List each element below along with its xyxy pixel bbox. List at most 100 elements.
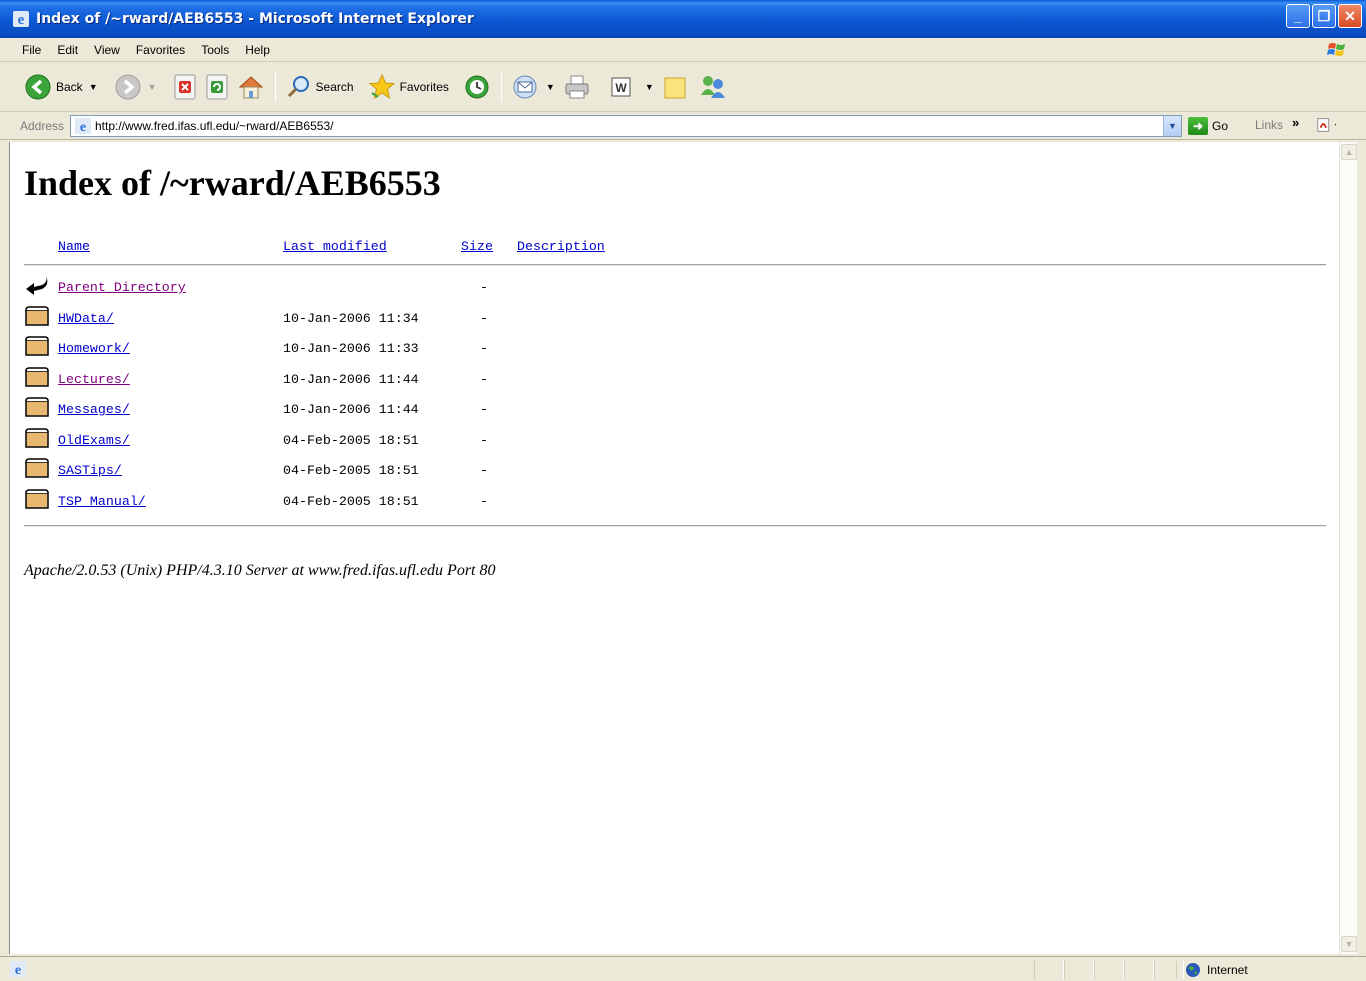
entry-name-link[interactable]: OldExams/ — [58, 433, 130, 448]
status-bar: e Internet — [0, 956, 1366, 981]
globe-icon — [1186, 963, 1200, 977]
folder-icon[interactable] — [24, 457, 50, 479]
status-cell — [1034, 960, 1064, 979]
list-item: Lectures/10-Jan-2006 11:44 - — [10, 366, 1340, 396]
back-arrow-icon — [25, 74, 51, 99]
favorites-label: Favorites — [399, 79, 449, 94]
menu-help[interactable]: Help — [237, 43, 278, 57]
entry-date: 10-Jan-2006 11:34 — [283, 310, 419, 326]
list-item: HWData/10-Jan-2006 11:34 - — [10, 305, 1340, 335]
windows-flag-icon — [1327, 43, 1345, 56]
refresh-button[interactable] — [201, 69, 233, 105]
folder-icon[interactable] — [24, 488, 50, 510]
close-icon: ✕ — [1344, 7, 1356, 24]
entry-size: - — [480, 463, 488, 478]
menu-tools[interactable]: Tools — [193, 43, 237, 57]
page-content: Index of /~rward/AEB6553 Name Last modif… — [9, 142, 1339, 954]
links-chevron-icon[interactable]: » — [1292, 115, 1299, 130]
acrobat-icon[interactable]: ▼ — [1316, 116, 1336, 134]
history-button[interactable] — [459, 69, 495, 105]
status-page-icon: e — [10, 961, 26, 977]
back-button[interactable]: Back ▼ — [20, 69, 102, 105]
home-button[interactable] — [233, 69, 269, 105]
mail-dropdown-icon[interactable]: ▼ — [546, 82, 555, 92]
server-signature: Apache/2.0.53 (Unix) PHP/4.3.10 Server a… — [24, 562, 496, 579]
favorites-star-icon — [368, 73, 395, 99]
entry-date: 10-Jan-2006 11:44 — [283, 402, 419, 417]
list-item: Messages/10-Jan-2006 11:44 - — [10, 396, 1340, 426]
entry-name-link[interactable]: Messages/ — [58, 402, 130, 417]
column-last-modified-link[interactable]: Last modified — [283, 239, 387, 254]
entry-name-link[interactable]: Parent Directory — [58, 280, 186, 295]
toolbar-separator-2 — [500, 71, 502, 102]
search-button[interactable]: Search — [282, 69, 358, 105]
messenger-button[interactable] — [694, 69, 732, 105]
address-url: http://www.fred.ifas.ufl.edu/~rward/AEB6… — [95, 119, 334, 133]
menu-file[interactable]: File — [0, 43, 49, 57]
entry-size: - — [480, 432, 488, 448]
entry-name-link[interactable]: SASTips/ — [58, 463, 122, 478]
minimize-button[interactable]: _ — [1286, 4, 1310, 28]
folder-icon[interactable] — [24, 427, 50, 449]
entry-size: - — [480, 310, 488, 326]
address-dropdown-button[interactable]: ▼ — [1163, 116, 1181, 136]
entry-name-link[interactable]: HWData/ — [58, 311, 114, 326]
restore-button[interactable]: ❐ — [1312, 4, 1336, 28]
header-divider — [24, 264, 1326, 266]
mail-icon — [513, 75, 537, 98]
back-dropdown-icon[interactable]: ▼ — [89, 82, 98, 92]
edit-word-button[interactable]: W ▼ — [605, 69, 658, 105]
entry-name-link[interactable]: Homework/ — [58, 341, 130, 356]
close-button[interactable]: ✕ — [1338, 4, 1362, 28]
scroll-up-icon[interactable]: ▲ — [1341, 144, 1357, 160]
favorites-button[interactable]: Favorites — [364, 69, 453, 105]
scroll-down-icon[interactable]: ▼ — [1341, 936, 1357, 952]
folder-icon[interactable] — [24, 366, 50, 388]
entry-date: 04-Feb-2005 18:51 — [283, 463, 419, 478]
status-cell — [1064, 960, 1094, 979]
notes-icon — [664, 77, 686, 98]
entry-size: - — [480, 402, 488, 417]
mail-button[interactable]: ▼ — [508, 69, 559, 105]
security-zone[interactable]: Internet — [1176, 961, 1248, 979]
column-description-link[interactable]: Description — [517, 239, 605, 254]
toolbar-separator — [274, 71, 276, 102]
menu-edit[interactable]: Edit — [49, 43, 86, 57]
entry-date: 10-Jan-2006 11:33 — [283, 341, 419, 356]
discuss-button[interactable] — [658, 69, 694, 105]
menu-favorites[interactable]: Favorites — [128, 43, 193, 57]
search-icon — [287, 75, 309, 97]
links-label[interactable]: Links — [1255, 118, 1283, 132]
svg-text:W: W — [615, 81, 627, 95]
history-icon — [465, 75, 489, 98]
menu-view[interactable]: View — [86, 43, 128, 57]
folder-icon[interactable] — [24, 305, 50, 327]
entry-name-link[interactable]: TSP_Manual/ — [58, 494, 146, 509]
column-size-link[interactable]: Size — [461, 239, 493, 254]
status-cell — [1094, 960, 1124, 979]
print-button[interactable] — [559, 69, 595, 105]
vertical-scrollbar[interactable]: ▲ ▼ — [1339, 142, 1357, 954]
title-bar[interactable]: e Index of /~rward/AEB6553 - Microsoft I… — [0, 0, 1366, 38]
column-name-link[interactable]: Name — [58, 239, 90, 254]
menu-bar: File Edit View Favorites Tools Help — [0, 38, 1366, 62]
entry-size: - — [480, 280, 488, 295]
folder-icon[interactable] — [24, 335, 50, 357]
folder-icon[interactable] — [24, 396, 50, 418]
list-item: OldExams/04-Feb-2005 18:51 - — [10, 427, 1340, 457]
address-input[interactable]: e http://www.fred.ifas.ufl.edu/~rward/AE… — [70, 115, 1182, 137]
restore-icon: ❐ — [1317, 7, 1331, 24]
forward-dropdown-icon[interactable]: ▼ — [148, 82, 157, 92]
edit-dropdown-icon[interactable]: ▼ — [645, 82, 654, 92]
list-item: Homework/10-Jan-2006 11:33 - — [10, 335, 1340, 365]
stop-button[interactable] — [169, 69, 201, 105]
forward-button[interactable]: ▼ — [110, 69, 161, 105]
entry-name-link[interactable]: Lectures/ — [58, 372, 130, 387]
svg-text:e: e — [80, 120, 86, 134]
back-arrow-icon[interactable] — [24, 274, 50, 296]
search-label: Search — [315, 79, 354, 94]
go-label: Go — [1212, 119, 1229, 133]
go-button[interactable]: ➜ Go — [1188, 117, 1228, 135]
go-arrow-icon: ➜ — [1188, 117, 1208, 135]
forward-arrow-icon — [115, 74, 141, 99]
